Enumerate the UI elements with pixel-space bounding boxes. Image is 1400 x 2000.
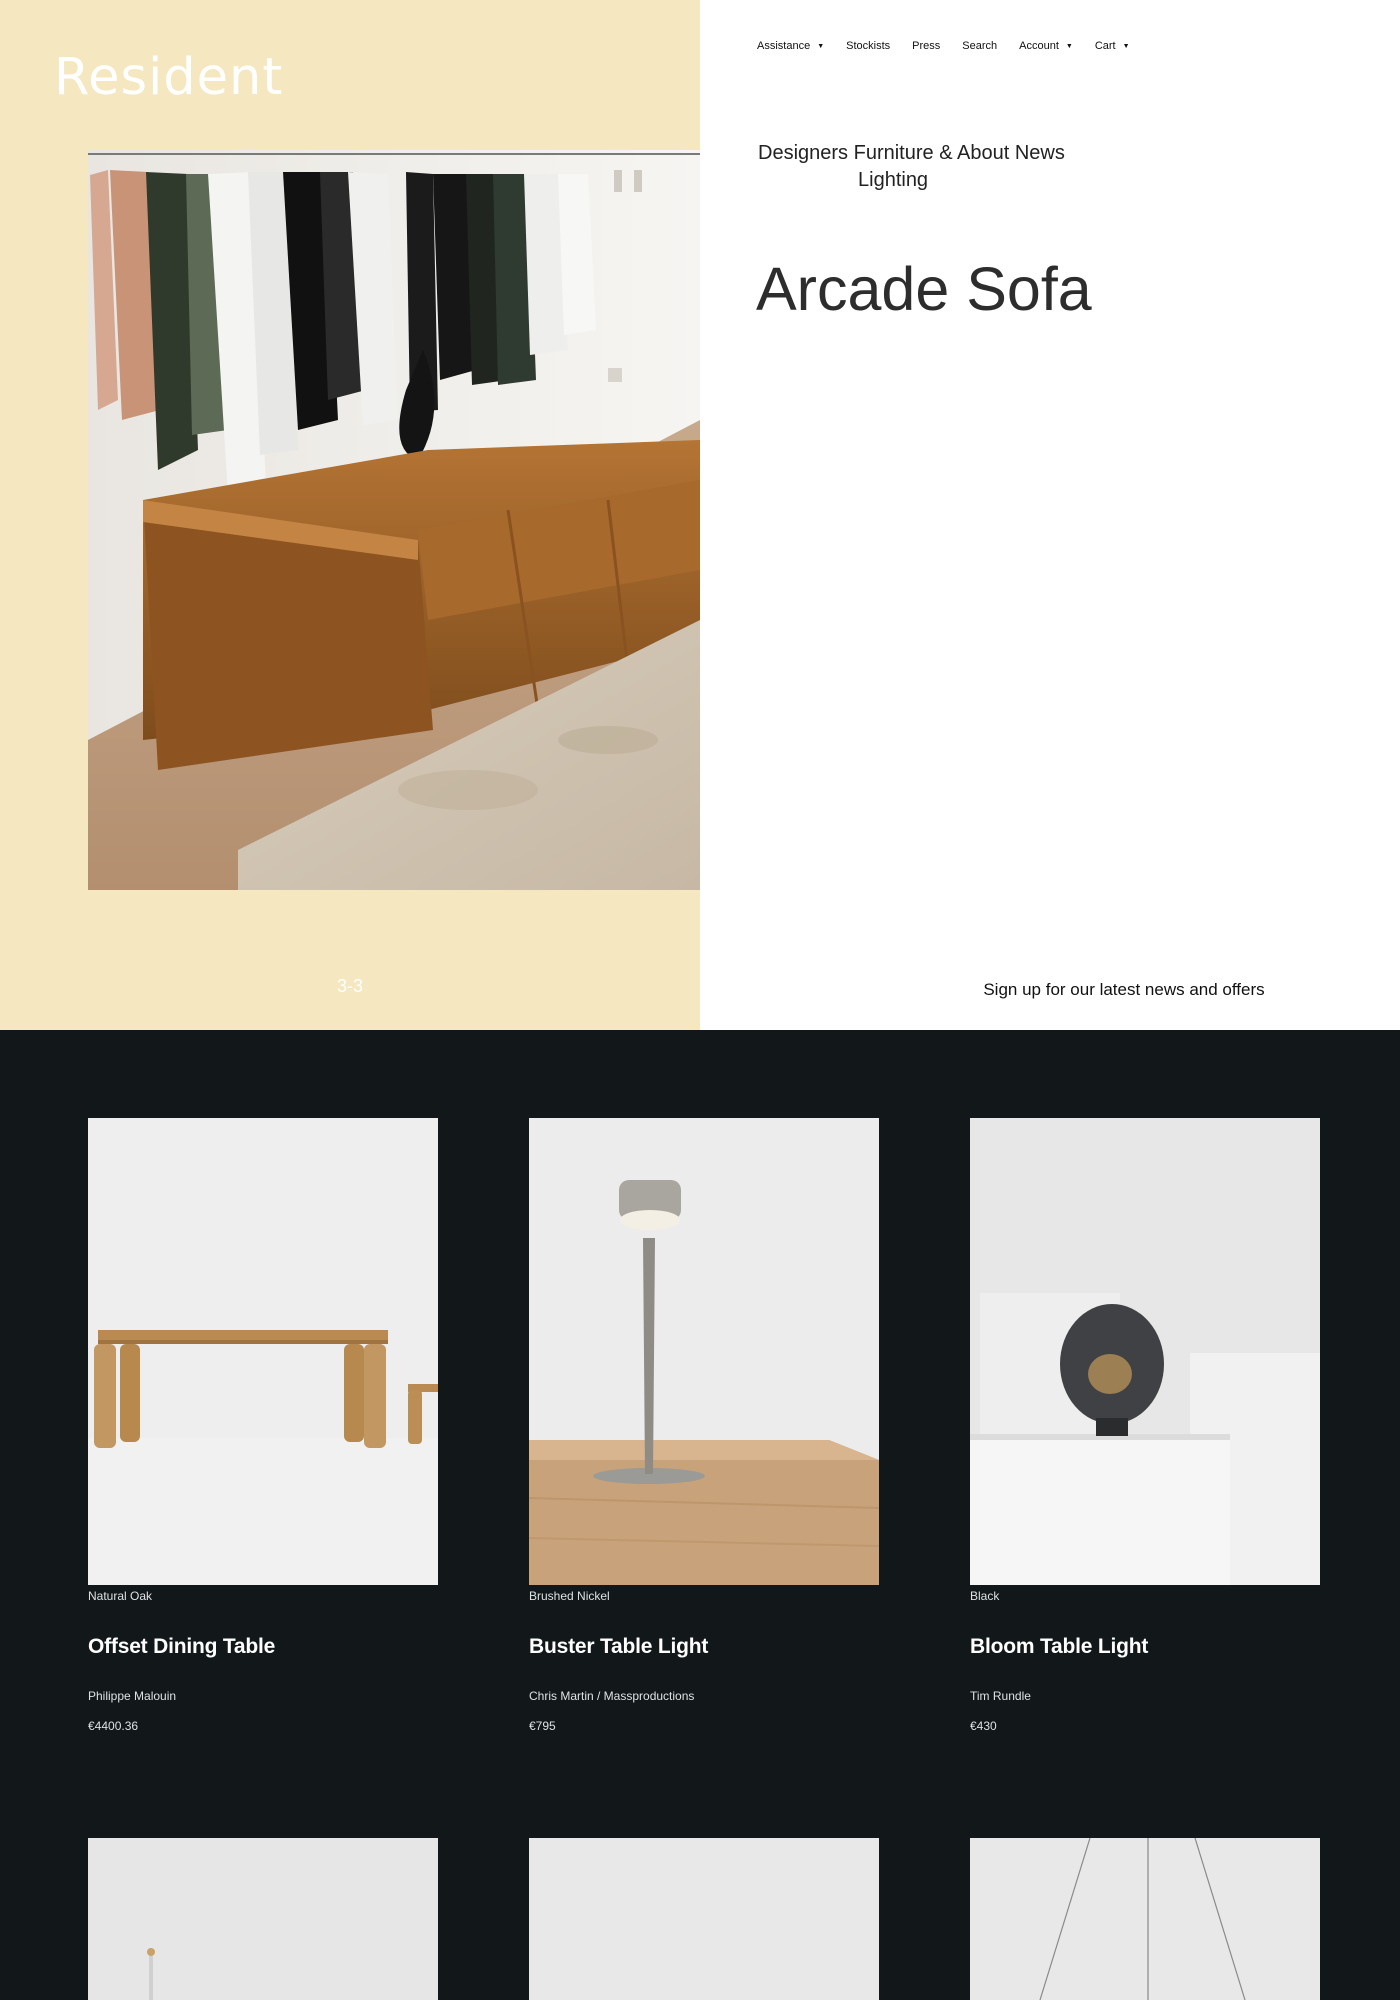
hero-image <box>88 150 700 890</box>
product-image[interactable] <box>88 1838 438 2000</box>
product-variant: Black <box>970 1589 1000 1603</box>
product-card[interactable]: Brushed Nickel Buster Table Light Chris … <box>529 1118 879 1733</box>
hero-left-panel: Resident 3-3 <box>0 0 700 1030</box>
nav-press[interactable]: Press <box>912 40 940 52</box>
caret-down-icon: ▼ <box>1122 42 1130 50</box>
product-image[interactable] <box>88 1118 438 1585</box>
newsletter-cta: Sign up for our latest news and offers <box>983 980 1265 999</box>
nav-search[interactable]: Search <box>962 40 997 52</box>
product-name[interactable]: Bloom Table Light <box>970 1635 1320 1659</box>
nav-cart[interactable]: Cart ▼ <box>1095 40 1130 52</box>
product-card[interactable]: Natural Oak Offset Dining Table Philippe… <box>88 1118 438 1733</box>
product-card[interactable]: Black Bloom Table Light Tim Rundle €430 <box>970 1118 1320 1733</box>
nav-stockists-label: Stockists <box>846 40 891 52</box>
product-designer: Philippe Malouin <box>88 1689 177 1703</box>
dining-table-photo <box>88 1118 438 1585</box>
product-name[interactable]: Offset Dining Table <box>88 1635 438 1659</box>
pendant-light-photo <box>970 1838 1320 2000</box>
nav-account[interactable]: Account ▼ <box>1019 40 1073 52</box>
hero-section: Resident 3-3 Assistance ▼ Stockists Pres… <box>0 0 1400 1030</box>
product-name[interactable]: Buster Table Light <box>529 1635 879 1659</box>
caret-down-icon: ▼ <box>1065 42 1073 50</box>
product-photo <box>529 1838 879 2000</box>
product-price: €795 <box>529 1719 556 1733</box>
sofa-wardrobe-photo <box>88 150 700 890</box>
nav-press-label: Press <box>912 40 941 52</box>
nav-cart-label: Cart <box>1094 40 1116 52</box>
nav-furniture[interactable]: Furniture & <box>854 142 953 164</box>
nav-account-label: Account <box>1019 40 1059 52</box>
product-image[interactable] <box>970 1118 1320 1585</box>
nav-assistance[interactable]: Assistance ▼ <box>757 40 824 52</box>
product-title: Arcade Sofa <box>756 255 1092 323</box>
table-lamp-photo <box>529 1118 879 1585</box>
newsletter-signup[interactable]: Sign up for our latest news and offers <box>700 980 1400 1000</box>
nav-lighting[interactable]: Lighting <box>758 167 1098 194</box>
product-price: €430 <box>970 1719 997 1733</box>
main-nav: Designers Furniture & About News Lightin… <box>758 140 1098 194</box>
product-designer: Tim Rundle <box>970 1689 1031 1703</box>
brand-logo[interactable]: Resident <box>54 48 283 107</box>
product-variant: Natural Oak <box>88 1589 153 1603</box>
nav-designers[interactable]: Designers <box>758 142 848 164</box>
utility-nav: Assistance ▼ Stockists Press Search Accou… <box>757 40 1152 52</box>
product-price: €4400.36 <box>88 1719 139 1733</box>
nav-stockists[interactable]: Stockists <box>846 40 890 52</box>
nav-about[interactable]: About <box>957 142 1009 164</box>
product-designer: Chris Martin / Massproductions <box>529 1689 695 1703</box>
slider-counter: 3-3 <box>336 976 363 996</box>
nav-assistance-label: Assistance <box>757 40 811 52</box>
product-image[interactable] <box>529 1118 879 1585</box>
nav-search-label: Search <box>962 40 998 52</box>
product-variant: Brushed Nickel <box>529 1589 610 1603</box>
bloom-lamp-photo <box>970 1118 1320 1585</box>
product-image[interactable] <box>529 1838 879 2000</box>
caret-down-icon: ▼ <box>817 42 825 50</box>
product-image[interactable] <box>970 1838 1320 2000</box>
nav-news[interactable]: News <box>1015 142 1065 164</box>
product-photo <box>88 1838 438 2000</box>
